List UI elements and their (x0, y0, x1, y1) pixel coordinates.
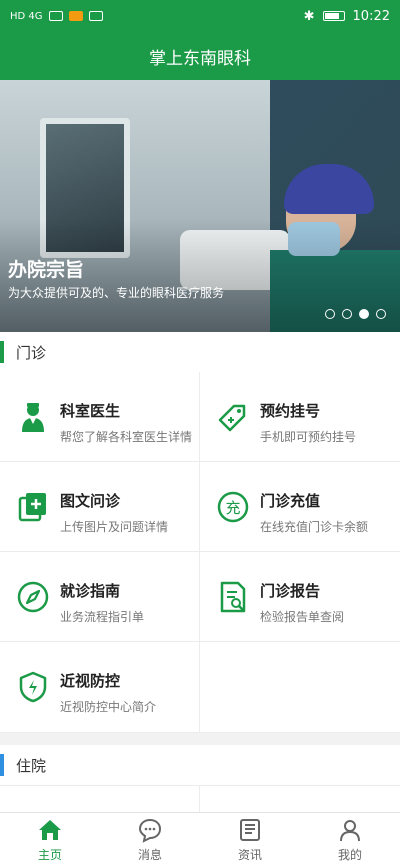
section-outpatient: 门诊 (0, 332, 400, 372)
compass-icon (17, 581, 49, 613)
home-icon (39, 820, 61, 840)
service-doctors[interactable]: 科室医生 帮您了解各科室医生详情 (0, 372, 200, 462)
carousel-dot[interactable] (376, 309, 386, 319)
banner-subtitle: 为大众提供可及的、专业的眼科医疗服务 (8, 286, 225, 300)
service-appointment[interactable]: 预约挂号 手机即可预约挂号 (200, 372, 400, 462)
banner-carousel[interactable]: 办院宗旨 为大众提供可及的、专业的眼科医疗服务 (0, 80, 400, 332)
add-image-icon (18, 493, 46, 522)
chat-icon (138, 818, 162, 843)
service-title: 图文问诊 (60, 492, 121, 510)
service-guide[interactable]: 就诊指南 业务流程指引单 (0, 552, 200, 642)
section-title: 住院 (16, 756, 47, 775)
tab-label: 主页 (37, 848, 62, 862)
svg-text:充: 充 (225, 499, 240, 517)
bottom-tab-bar: 主页 消息 资讯 我的 (0, 812, 400, 867)
service-report[interactable]: 门诊报告 检验报告单查阅 (200, 552, 400, 642)
shield-icon (19, 671, 47, 703)
app-notification-icon (68, 11, 83, 21)
doctor-icon (22, 403, 44, 432)
recharge-icon: 充 (217, 491, 249, 523)
service-desc: 帮您了解各科室医生详情 (60, 430, 193, 444)
service-desc: 业务流程指引单 (60, 610, 145, 624)
tab-home[interactable]: 主页 (0, 813, 100, 867)
tag-icon (218, 404, 246, 432)
outpatient-services-grid: 科室医生 帮您了解各科室医生详情 预约挂号 手机即可预约挂号 图文问诊 上传图片… (0, 372, 400, 733)
tab-label: 我的 (337, 848, 362, 862)
bluetooth-icon: ✱ (303, 8, 315, 24)
carousel-indicator (325, 309, 386, 319)
service-title: 就诊指南 (60, 582, 121, 600)
service-title: 近视防控 (60, 672, 121, 690)
tab-label: 资讯 (237, 848, 262, 862)
banner-title: 办院宗旨 (8, 259, 85, 281)
wifi-icon (48, 11, 63, 21)
message-notification-icon (88, 11, 103, 21)
section-title: 门诊 (16, 343, 47, 362)
service-desc: 上传图片及问题详情 (60, 520, 169, 534)
network-indicator: HD 4G (10, 10, 43, 22)
service-title: 门诊报告 (260, 582, 321, 600)
status-time: 10:22 (352, 8, 390, 24)
service-desc: 在线充值门诊卡余额 (260, 520, 369, 534)
carousel-dot[interactable] (342, 309, 352, 319)
service-desc: 近视防控中心简介 (60, 700, 157, 714)
tab-messages[interactable]: 消息 (100, 813, 200, 867)
page-title: 掌上东南眼科 (149, 48, 251, 69)
service-title: 门诊充值 (260, 492, 321, 510)
section-divider (0, 733, 400, 745)
service-recharge[interactable]: 充 门诊充值 在线充值门诊卡余额 (200, 462, 400, 552)
section-inpatient: 住院 (0, 745, 400, 785)
service-desc: 检验报告单查阅 (260, 610, 345, 624)
service-consultation[interactable]: 图文问诊 上传图片及问题详情 (0, 462, 200, 552)
service-title: 预约挂号 (260, 402, 321, 420)
carousel-dot[interactable] (325, 309, 335, 319)
tab-label: 消息 (137, 848, 162, 862)
carousel-dot-active[interactable] (359, 309, 369, 319)
service-myopia[interactable]: 近视防控 近视防控中心简介 (0, 642, 200, 733)
news-icon (240, 819, 260, 841)
app-header: 掌上东南眼科 (0, 32, 400, 80)
inpatient-services-grid (0, 785, 400, 813)
service-empty-slot (200, 642, 400, 733)
tab-news[interactable]: 资讯 (200, 813, 300, 867)
user-icon (340, 820, 360, 842)
report-icon (220, 581, 246, 613)
battery-icon (322, 11, 345, 21)
status-bar: HD 4G ✱ 10:22 (0, 0, 400, 32)
service-desc: 手机即可预约挂号 (260, 430, 357, 444)
service-title: 科室医生 (60, 402, 121, 420)
tab-profile[interactable]: 我的 (300, 813, 400, 867)
